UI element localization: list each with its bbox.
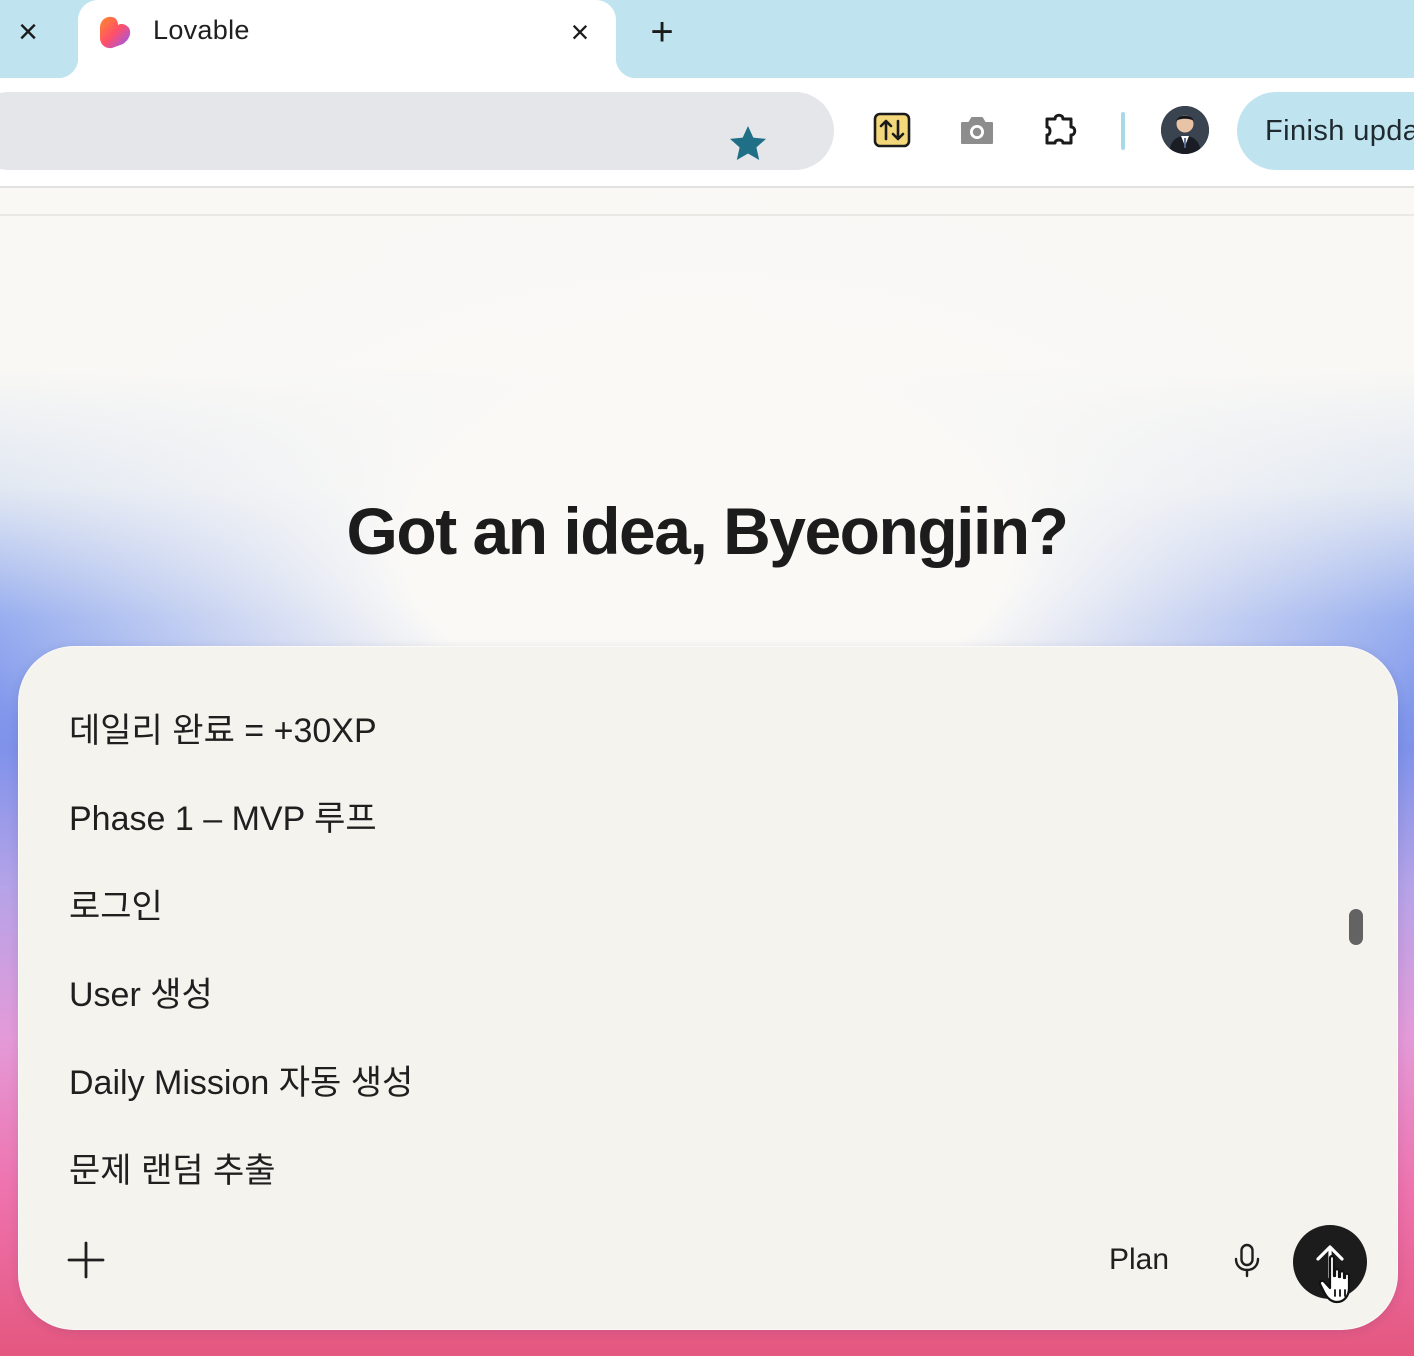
- toolbar-divider: [1121, 112, 1125, 150]
- prompt-line: 로그인: [69, 888, 163, 926]
- tab-lovable[interactable]: Lovable ×: [58, 0, 636, 78]
- new-tab-icon[interactable]: +: [640, 10, 684, 54]
- prompt-input[interactable]: 데일리 완료 = +30XP Phase 1 – MVP 루프 로그인 User…: [69, 687, 1309, 1215]
- prompt-line: Phase 1 – MVP 루프: [69, 800, 377, 838]
- hand-cursor-icon: [1318, 1255, 1351, 1304]
- lovable-logo-icon: [100, 16, 131, 49]
- plan-button[interactable]: Plan: [1089, 1235, 1189, 1285]
- profile-avatar[interactable]: [1161, 106, 1209, 154]
- tab-title: Lovable: [153, 15, 250, 45]
- star-icon[interactable]: [726, 122, 770, 166]
- lovable-page: Got an idea, Byeongjin? 데일리 완료 = +30XP P…: [0, 188, 1414, 1356]
- prompt-line: Daily Mission 자동 생성: [69, 1064, 414, 1102]
- camera-icon[interactable]: [955, 108, 999, 152]
- page-divider: [0, 214, 1414, 216]
- prompt-line: 데일리 완료 = +30XP: [69, 712, 377, 750]
- swap-extension-icon[interactable]: [870, 108, 914, 152]
- attach-plus-button[interactable]: [63, 1237, 109, 1283]
- prompt-line: User 생성: [69, 976, 213, 1014]
- microphone-icon: [1234, 1243, 1260, 1278]
- tab-close-icon[interactable]: ×: [560, 12, 600, 52]
- plus-icon: [67, 1241, 105, 1279]
- prompt-composer[interactable]: 데일리 완료 = +30XP Phase 1 – MVP 루프 로그인 User…: [18, 646, 1398, 1330]
- browser-toolbar: Finish upda: [0, 78, 1414, 188]
- finish-update-button[interactable]: Finish upda: [1237, 92, 1414, 170]
- tab-strip: × Lovable × +: [0, 0, 1414, 78]
- address-bar[interactable]: [0, 92, 834, 170]
- microphone-button[interactable]: [1225, 1239, 1269, 1283]
- puzzle-extension-icon[interactable]: [1040, 108, 1084, 152]
- prompt-line: 문제 랜덤 추출: [69, 1152, 276, 1190]
- previous-tab-close-icon[interactable]: ×: [6, 10, 50, 54]
- composer-scrollbar[interactable]: [1349, 909, 1363, 945]
- page-title: Got an idea, Byeongjin?: [346, 494, 1069, 568]
